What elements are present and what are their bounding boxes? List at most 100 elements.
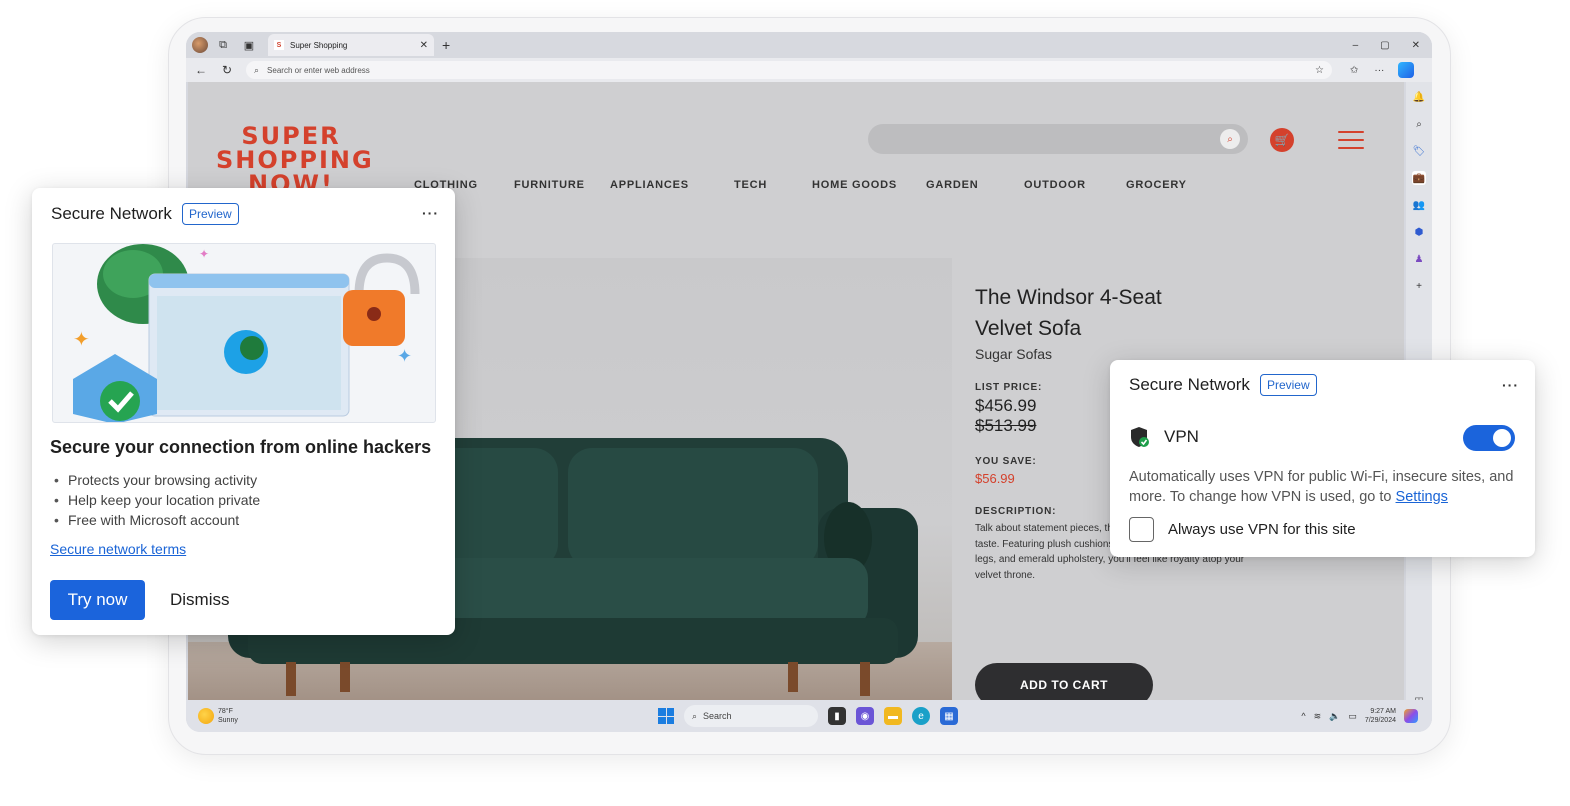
promo-heading: Secure your connection from online hacke… <box>50 437 432 457</box>
favorite-star-icon[interactable]: ☆ <box>1315 65 1324 76</box>
always-vpn-row[interactable]: Always use VPN for this site <box>1129 517 1356 542</box>
nav-grocery[interactable]: GROCERY <box>1126 179 1187 191</box>
always-vpn-checkbox[interactable] <box>1129 517 1154 542</box>
address-bar[interactable]: ⌕ Search or enter web address ☆ <box>246 61 1332 79</box>
tab-super-shopping[interactable]: S Super Shopping ✕ <box>268 34 434 56</box>
refresh-icon[interactable]: ↻ <box>216 63 238 77</box>
nav-tech[interactable]: TECH <box>734 179 812 191</box>
more-options-icon[interactable]: ··· <box>1374 65 1384 76</box>
always-vpn-label: Always use VPN for this site <box>1168 521 1356 538</box>
nav-garden[interactable]: GARDEN <box>926 179 1024 191</box>
copilot-taskbar-icon[interactable] <box>1404 709 1418 723</box>
tab-favicon-icon: S <box>274 40 284 50</box>
clock[interactable]: 9:27 AM 7/29/2024 <box>1365 707 1396 725</box>
nav-appliances[interactable]: APPLIANCES <box>610 179 734 191</box>
vpn-card-title: Secure Network <box>1129 375 1250 394</box>
profile-avatar[interactable] <box>192 37 208 53</box>
promo-card-header: Secure Network Preview <box>51 203 239 225</box>
shopping-tag-icon[interactable]: 🏷 <box>1412 144 1426 158</box>
office-icon[interactable]: ⬢ <box>1412 225 1426 239</box>
product-title-line-2: Velvet Sofa <box>975 317 1082 340</box>
store-icon[interactable]: ▦ <box>940 707 958 725</box>
tab-close-icon[interactable]: ✕ <box>420 40 428 51</box>
notifications-icon[interactable]: 🔔 <box>1412 90 1426 104</box>
vpn-toggle[interactable] <box>1463 425 1515 451</box>
benefit-item: Help keep your location private <box>54 490 260 510</box>
vpn-label: VPN <box>1164 427 1199 446</box>
maximize-icon[interactable]: ▢ <box>1380 40 1389 51</box>
svg-text:✦: ✦ <box>199 247 209 261</box>
copilot-icon[interactable] <box>1398 62 1415 78</box>
favorites-icon[interactable]: ✩ <box>1350 65 1358 76</box>
hamburger-menu-icon[interactable] <box>1338 131 1364 149</box>
weather-condition: Sunny <box>218 717 238 724</box>
try-now-button[interactable]: Try now <box>50 580 145 620</box>
clock-date: 7/29/2024 <box>1364 717 1396 724</box>
taskbar-apps: ⌕ Search ▮ ◉ ▬ e ▦ <box>658 705 958 727</box>
secure-network-promo-card: Secure Network Preview ··· ✦ ✦ ✦ Secure … <box>32 188 455 635</box>
add-sidebar-app-icon[interactable]: + <box>1412 279 1426 293</box>
tools-briefcase-icon[interactable]: 💼 <box>1412 171 1426 185</box>
more-options-icon[interactable]: ··· <box>1502 377 1519 393</box>
vpn-description: Automatically uses VPN for public Wi-Fi,… <box>1129 467 1521 507</box>
category-nav: CLOTHING FURNITURE APPLIANCES TECH HOME … <box>414 179 1187 191</box>
site-logo[interactable]: SUPER SHOPPING NOW! <box>216 122 374 196</box>
nav-home-goods[interactable]: HOME GOODS <box>812 179 926 191</box>
add-to-cart-button[interactable]: ADD TO CART <box>975 663 1153 700</box>
workspaces-icon[interactable]: ⧉ <box>212 34 234 56</box>
vpn-description-text: Automatically uses VPN for public Wi-Fi,… <box>1129 469 1514 505</box>
dismiss-button[interactable]: Dismiss <box>170 590 230 610</box>
sun-icon <box>198 708 214 724</box>
volume-icon[interactable]: 🔈 <box>1329 711 1340 722</box>
vpn-card-header: Secure Network Preview <box>1129 374 1317 396</box>
address-placeholder: Search or enter web address <box>267 65 370 75</box>
illustration-graphic: ✦ ✦ ✦ <box>73 244 420 422</box>
logo-line-1: SUPER <box>241 122 341 150</box>
svg-text:✦: ✦ <box>73 329 90 351</box>
games-icon[interactable]: ♟ <box>1412 252 1426 266</box>
cart-icon[interactable]: 🛒 <box>1270 128 1294 152</box>
wifi-icon[interactable]: ≋ <box>1314 711 1322 722</box>
taskbar-search-label: Search <box>703 711 732 721</box>
taskbar-search[interactable]: ⌕ Search <box>684 705 818 727</box>
toolbar-icons: ✩ ··· <box>1350 65 1384 76</box>
promo-benefits-list: Protects your browsing activity Help kee… <box>54 470 260 530</box>
promo-card-title: Secure Network <box>51 204 172 223</box>
weather-widget[interactable]: 78°F Sunny <box>198 707 238 725</box>
settings-link[interactable]: Settings <box>1396 489 1448 505</box>
vpn-shield-icon <box>1130 426 1150 448</box>
benefit-item: Protects your browsing activity <box>54 470 260 490</box>
vpn-row: VPN <box>1130 426 1199 448</box>
logo-line-2: SHOPPING <box>216 146 374 174</box>
close-window-icon[interactable]: ✕ <box>1412 40 1420 51</box>
task-view-icon[interactable]: ▮ <box>828 707 846 725</box>
browser-tabbar: ⧉ ▣ S Super Shopping ✕ + – ▢ ✕ <box>186 32 1432 58</box>
new-tab-icon[interactable]: + <box>442 37 450 53</box>
teams-chat-icon[interactable]: ◉ <box>856 707 874 725</box>
people-icon[interactable]: 👥 <box>1412 198 1426 212</box>
preview-badge: Preview <box>181 203 239 225</box>
nav-furniture[interactable]: FURNITURE <box>514 179 610 191</box>
tray-chevron-icon[interactable]: ^ <box>1301 711 1305 721</box>
tab-actions-icon[interactable]: ▣ <box>238 34 260 56</box>
back-icon[interactable]: ← <box>190 63 212 77</box>
nav-outdoor[interactable]: OUTDOOR <box>1024 179 1126 191</box>
edge-icon[interactable]: e <box>912 707 930 725</box>
taskbar-search-icon: ⌕ <box>692 710 698 721</box>
search-icon: ⌕ <box>254 64 260 75</box>
battery-icon[interactable]: ▭ <box>1348 711 1357 722</box>
site-search-icon[interactable]: ⌕ <box>1220 129 1240 149</box>
start-icon[interactable] <box>658 708 674 724</box>
window-controls: – ▢ ✕ <box>1353 40 1432 51</box>
minimize-icon[interactable]: – <box>1353 40 1359 51</box>
site-search-input[interactable]: ⌕ <box>868 124 1248 154</box>
benefit-item: Free with Microsoft account <box>54 510 260 530</box>
more-options-icon[interactable]: ··· <box>422 205 439 221</box>
vpn-settings-card: Secure Network Preview ··· VPN Automatic… <box>1110 360 1535 557</box>
preview-badge: Preview <box>1259 374 1317 396</box>
secure-network-illustration: ✦ ✦ ✦ <box>52 243 436 423</box>
file-explorer-icon[interactable]: ▬ <box>884 707 902 725</box>
sidebar-search-icon[interactable]: ⌕ <box>1412 117 1426 131</box>
secure-network-terms-link[interactable]: Secure network terms <box>50 541 186 557</box>
toggle-knob <box>1493 429 1511 447</box>
